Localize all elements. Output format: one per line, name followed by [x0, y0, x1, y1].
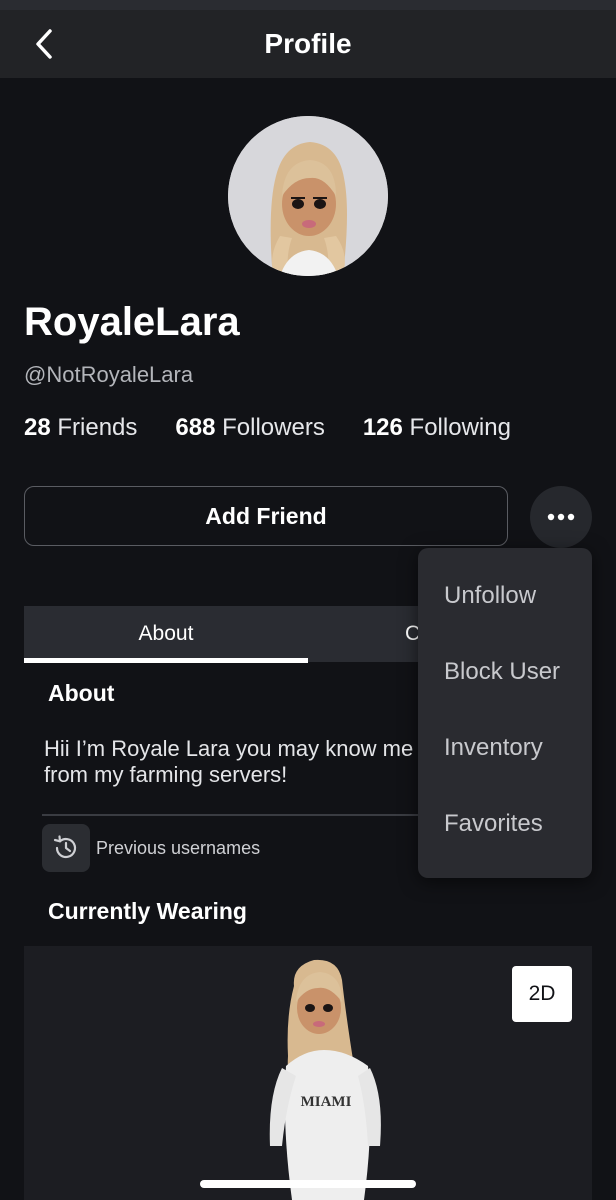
avatar-image — [228, 116, 388, 276]
shirt-print: MIAMI — [301, 1094, 352, 1110]
username: @NotRoyaleLara — [24, 362, 194, 387]
menu-item-favorites[interactable]: Favorites — [444, 810, 543, 838]
friends-count: 28 — [24, 414, 51, 441]
menu-item-unfollow[interactable]: Unfollow — [444, 582, 536, 610]
header-bar: Profile — [0, 10, 616, 78]
display-name: RoyaleLara — [24, 300, 240, 344]
avatar[interactable] — [228, 116, 388, 276]
more-horizontal-icon — [547, 513, 575, 521]
add-friend-button[interactable]: Add Friend — [24, 486, 508, 546]
about-description: Hii I’m Royale Lara you may know me from… — [44, 736, 414, 787]
friends-label: Friends — [57, 414, 138, 441]
page-title: Profile — [264, 28, 352, 59]
currently-wearing-heading: Currently Wearing — [48, 898, 247, 924]
avatar-preview-panel[interactable]: MIAMI — [24, 946, 592, 1200]
followers-stat[interactable]: 688 Followers — [175, 414, 324, 442]
previous-usernames-label: Previous usernames — [96, 837, 261, 858]
following-label: Following — [409, 414, 511, 441]
active-tab-indicator — [24, 658, 308, 663]
profile-page: Profile RoyaleLara @NotRoyaleLara 28 Fri… — [0, 0, 616, 1200]
tab-about[interactable]: About — [24, 606, 308, 662]
followers-count: 688 — [175, 414, 216, 441]
following-count: 126 — [362, 414, 403, 441]
previous-usernames-button[interactable]: Previous usernames — [42, 824, 260, 872]
more-options-menu: Unfollow Block User Inventory Favorites — [418, 548, 592, 878]
menu-item-block-user[interactable]: Block User — [444, 658, 560, 686]
history-icon-box — [42, 824, 90, 872]
home-indicator[interactable] — [200, 1180, 416, 1188]
menu-item-inventory[interactable]: Inventory — [444, 734, 543, 762]
followers-label: Followers — [222, 414, 325, 441]
toggle-2d-button[interactable]: 2D — [512, 966, 572, 1022]
avatar-3d-preview: MIAMI — [269, 959, 381, 1200]
following-stat[interactable]: 126 Following — [363, 414, 511, 442]
about-divider — [42, 814, 442, 816]
friends-stat[interactable]: 28 Friends — [24, 414, 137, 442]
about-heading: About — [48, 680, 115, 706]
profile-stats: 28 Friends 688 Followers 126 Following — [24, 414, 549, 442]
status-bar — [0, 0, 616, 10]
history-icon — [53, 835, 77, 859]
more-options-button[interactable] — [530, 486, 592, 548]
